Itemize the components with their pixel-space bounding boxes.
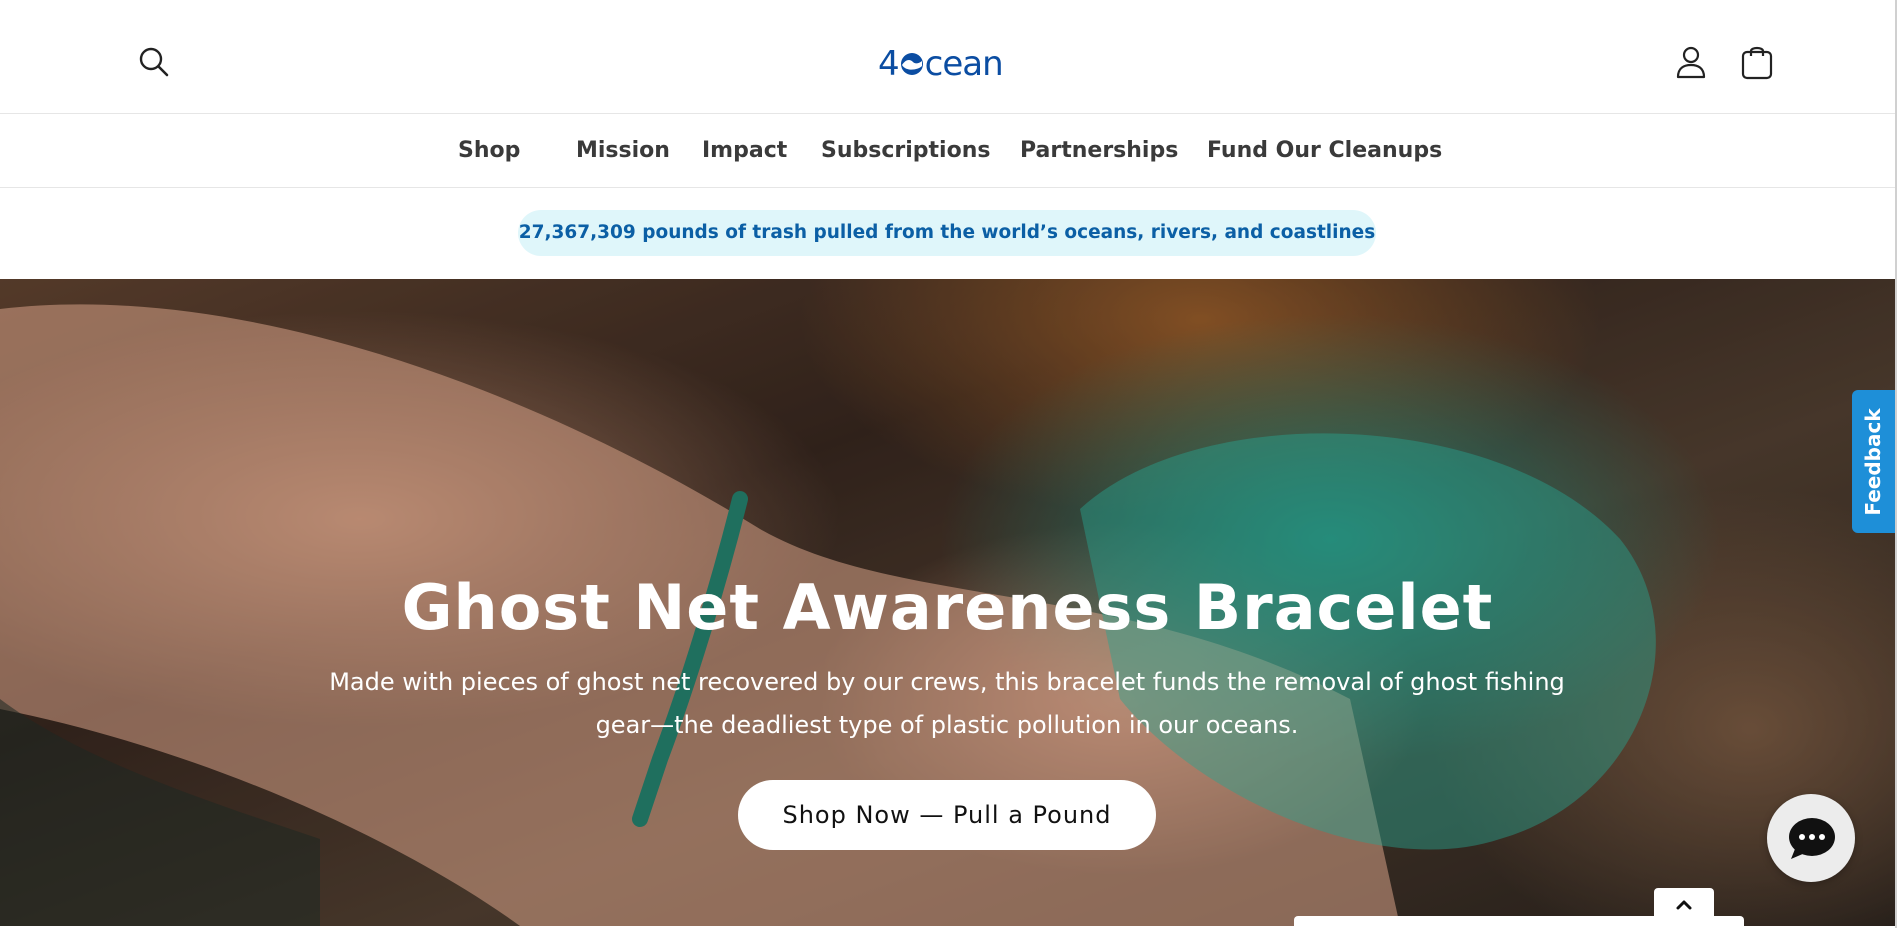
wave-logo-icon [900,53,923,75]
cart-button[interactable] [1739,43,1775,81]
chat-button[interactable] [1767,794,1855,882]
chevron-up-icon [1676,900,1692,910]
nav-item-impact[interactable]: Impact [702,114,787,187]
hero-section: Ghost Net Awareness Bracelet Made with p… [0,279,1895,926]
logo-suffix: cean [924,44,1004,84]
logo-prefix: 4 [878,44,900,84]
hero-title: Ghost Net Awareness Bracelet [401,571,1494,644]
account-button[interactable] [1673,44,1709,80]
user-icon [1676,46,1706,79]
impact-banner: 27,367,309 pounds of trash pulled from t… [0,188,1895,278]
site-logo[interactable]: 4 cean [878,44,1004,84]
shop-now-button[interactable]: Shop Now — Pull a Pound [738,780,1156,850]
hero-subtitle: Made with pieces of ghost net recovered … [329,668,1565,739]
nav-item-subscriptions[interactable]: Subscriptions [821,114,990,187]
chat-bubble-icon [1789,818,1835,859]
scroll-to-top-button[interactable] [1654,888,1714,928]
search-button[interactable] [136,44,172,80]
feedback-label: Feedback [1861,408,1885,516]
feedback-tab[interactable]: Feedback [1852,390,1895,533]
site-header: 4 cean [0,0,1895,114]
nav-item-shop[interactable]: Shop [458,114,520,187]
search-icon [139,47,169,77]
trash-counter-pill: 27,367,309 pounds of trash pulled from t… [518,210,1376,256]
nav-item-mission[interactable]: Mission [576,114,670,187]
nav-item-fund-our-cleanups[interactable]: Fund Our Cleanups [1207,114,1442,187]
nav-item-partnerships[interactable]: Partnerships [1020,114,1178,187]
shopping-bag-icon [1741,46,1773,80]
main-nav: Shop Mission Impact Subscriptions Partne… [0,114,1895,188]
